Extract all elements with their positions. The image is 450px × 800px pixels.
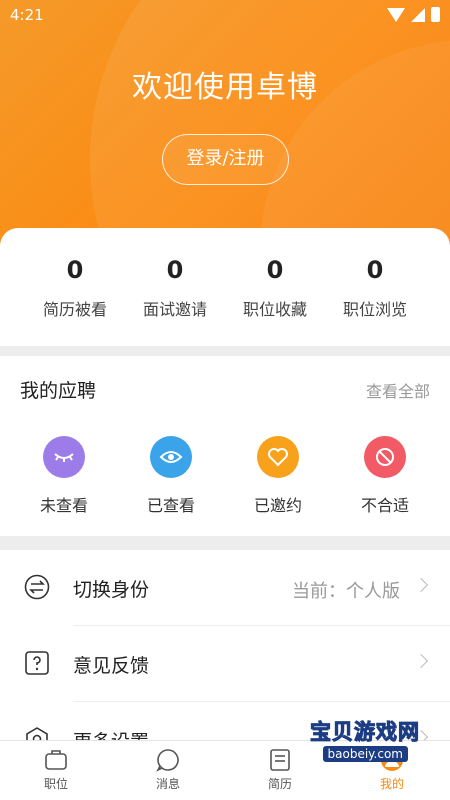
- closed-eye-icon: [43, 436, 85, 478]
- application-unviewed[interactable]: 未查看: [19, 436, 109, 516]
- status-time: 4:21: [10, 6, 44, 24]
- watermark-url: baobeiy.com: [322, 746, 408, 762]
- stat-job-views[interactable]: 0 职位浏览: [320, 250, 430, 320]
- application-label: 已邀约: [253, 496, 302, 515]
- login-register-button[interactable]: 登录/注册: [162, 134, 289, 185]
- watermark: 宝贝游戏网 baobeiy.com: [288, 712, 428, 782]
- menu-item-switch-identity[interactable]: 切换身份 当前：个人版: [0, 550, 450, 626]
- stat-label: 简历被看: [42, 300, 107, 319]
- feedback-icon: [24, 650, 50, 676]
- stat-saved-jobs[interactable]: 0 职位收藏: [220, 250, 330, 320]
- stat-label: 职位收藏: [242, 300, 307, 319]
- ban-icon: [364, 436, 406, 478]
- menu-item-value: 当前：个人版: [292, 581, 400, 602]
- menu-item-label: 切换身份: [73, 579, 150, 601]
- briefcase-icon: [43, 747, 69, 773]
- wifi-icon: [387, 7, 405, 22]
- watermark-text: 宝贝游戏网: [310, 720, 420, 745]
- status-bar: 4:21: [0, 0, 450, 32]
- application-viewed[interactable]: 已查看: [126, 436, 216, 516]
- menu-item-feedback[interactable]: 意见反馈: [0, 626, 450, 702]
- application-label: 未查看: [39, 496, 88, 515]
- switch-icon: [24, 574, 50, 600]
- view-all-link[interactable]: 查看全部: [366, 378, 430, 402]
- application-label: 已查看: [146, 496, 195, 515]
- stat-interview-invites[interactable]: 0 面试邀请: [120, 250, 230, 320]
- tab-label: 职位: [43, 777, 68, 791]
- chevron-right-icon: [413, 653, 429, 669]
- tab-messages[interactable]: 消息: [128, 747, 208, 792]
- stat-value: 0: [66, 256, 84, 284]
- menu-item-label: 意见反馈: [73, 655, 150, 677]
- stat-value: 0: [166, 256, 184, 284]
- stats-card: 0 简历被看 0 面试邀请 0 职位收藏 0 职位浏览: [0, 228, 450, 346]
- signal-icon: [411, 7, 425, 22]
- stat-value: 0: [366, 256, 384, 284]
- heart-icon: [257, 436, 299, 478]
- stat-resume-viewed[interactable]: 0 简历被看: [20, 250, 130, 320]
- status-icons: [387, 7, 440, 22]
- welcome-title: 欢迎使用卓博: [132, 70, 318, 105]
- application-unsuitable[interactable]: 不合适: [340, 436, 430, 516]
- stat-value: 0: [266, 256, 284, 284]
- stat-label: 面试邀请: [142, 300, 207, 319]
- tab-jobs[interactable]: 职位: [16, 747, 96, 792]
- applications-title: 我的应聘: [20, 380, 97, 402]
- tab-label: 消息: [155, 777, 180, 791]
- chevron-right-icon: [413, 577, 429, 593]
- message-icon: [155, 747, 181, 773]
- application-invited[interactable]: 已邀约: [233, 436, 323, 516]
- applications-card: 我的应聘 查看全部 未查看 已查看 已邀约 不合适: [0, 356, 450, 536]
- eye-icon: [150, 436, 192, 478]
- stat-label: 职位浏览: [342, 300, 407, 319]
- application-label: 不合适: [360, 496, 409, 515]
- battery-icon: [431, 7, 440, 22]
